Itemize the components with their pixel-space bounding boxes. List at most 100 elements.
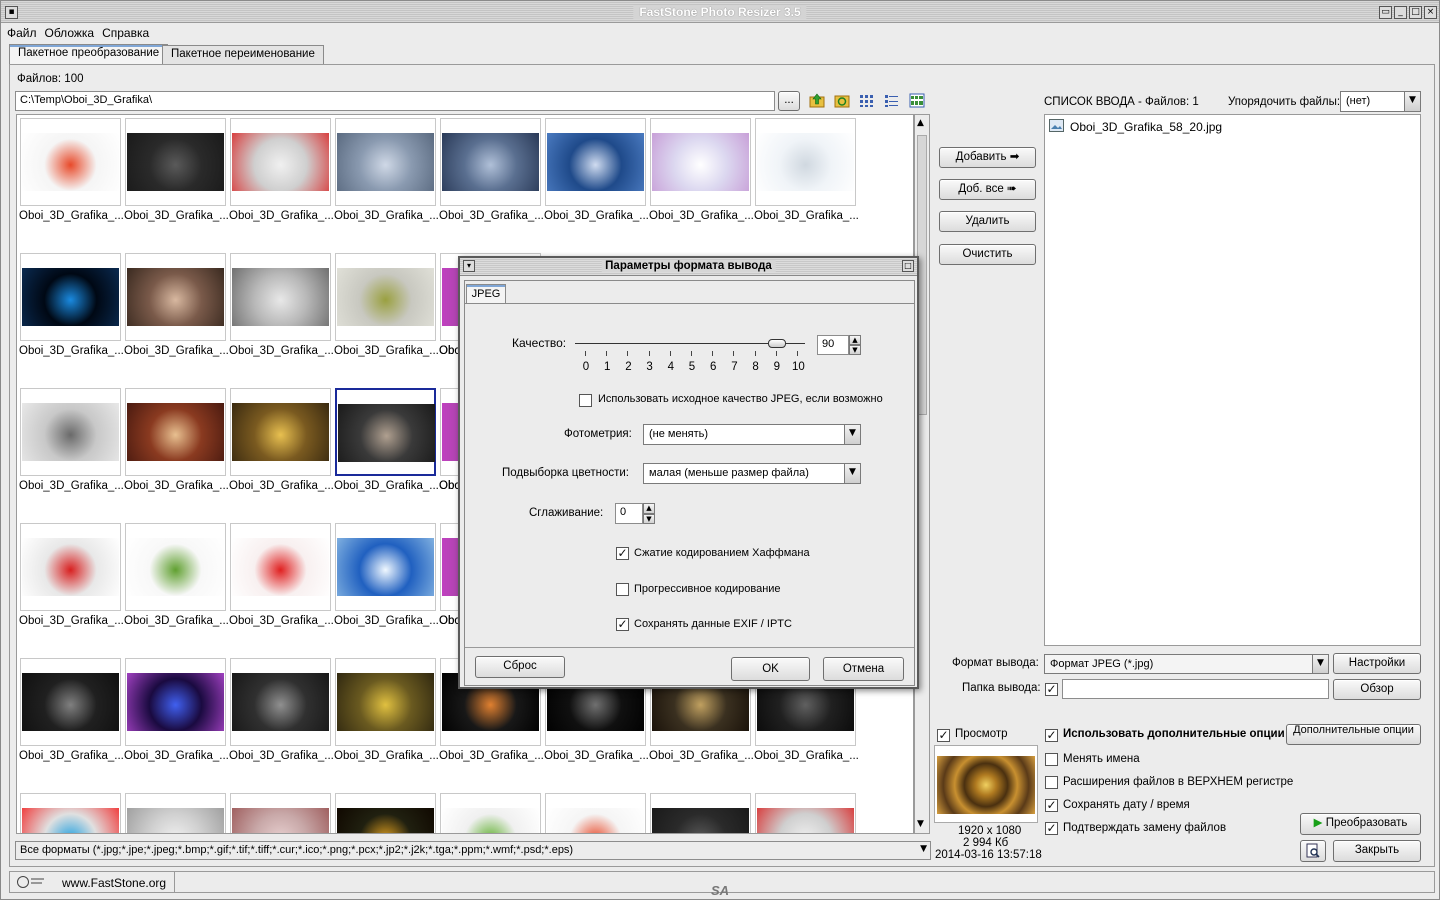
- file-filter-select[interactable]: Все форматы (*.jpg;*.jpe;*.jpeg;*.bmp;*.…: [15, 841, 931, 860]
- output-format-select[interactable]: Формат JPEG (*.jpg) ▼: [1044, 654, 1329, 674]
- use-advanced-checkbox[interactable]: ✓: [1045, 729, 1058, 742]
- browse-path-button[interactable]: ...: [778, 91, 800, 111]
- thumbnail-item[interactable]: Oboi_3D_Grafika_...: [542, 115, 648, 245]
- settings-button[interactable]: Настройки: [1333, 653, 1421, 674]
- list-view-icon[interactable]: [884, 93, 900, 108]
- scroll-down-icon[interactable]: ▼: [917, 819, 924, 829]
- preview-checkbox[interactable]: ✓: [937, 729, 950, 742]
- thumbnail-caption: Oboi_3D_Grafika_...: [439, 210, 543, 222]
- roll-up-icon[interactable]: ▭: [1379, 6, 1392, 19]
- quality-input[interactable]: 90: [817, 335, 849, 355]
- dialog-menu-icon[interactable]: ▾: [463, 260, 475, 272]
- keep-date-checkbox[interactable]: ✓: [1045, 799, 1058, 812]
- advanced-options-button[interactable]: Дополнительные опции: [1286, 724, 1421, 745]
- photometry-label: Фотометрия:: [564, 428, 632, 440]
- thumbnail-item[interactable]: Oboi_3D_Grafika_...: [227, 115, 333, 245]
- thumbnail-item[interactable]: Oboi_3D_Grafika_...: [122, 250, 228, 380]
- photometry-select[interactable]: (не менять) ▼: [643, 424, 861, 445]
- thumbnail-item[interactable]: Oboi_3D_Grafika_...: [122, 115, 228, 245]
- close-icon[interactable]: ×: [1424, 6, 1437, 19]
- thumbnail-item[interactable]: Oboi_3D_Grafika_...: [332, 385, 438, 515]
- spin-up-icon[interactable]: ▲: [643, 503, 655, 514]
- thumbnail-item[interactable]: [332, 790, 436, 833]
- thumbnail-item[interactable]: Oboi_3D_Grafika_...: [752, 115, 858, 245]
- add-button[interactable]: Добавить ➡: [939, 147, 1036, 168]
- thumbnail-item[interactable]: Oboi_3D_Grafika_...: [17, 655, 123, 785]
- thumbnail-item[interactable]: Oboi_3D_Grafika_...: [332, 250, 438, 380]
- confirm-overwrite-checkbox[interactable]: ✓: [1045, 822, 1058, 835]
- thumbnail-item[interactable]: Oboi_3D_Grafika_...: [227, 250, 333, 380]
- output-folder-checkbox[interactable]: ✓: [1045, 683, 1058, 696]
- dialog-close-icon[interactable]: □: [902, 260, 914, 272]
- slider-tick: [712, 351, 714, 356]
- ext-upper-checkbox[interactable]: [1045, 776, 1058, 789]
- input-file-list[interactable]: Oboi_3D_Grafika_58_20.jpg: [1044, 114, 1421, 646]
- thumbnail-item[interactable]: Oboi_3D_Grafika_...: [227, 520, 333, 650]
- add-all-button[interactable]: Доб. все ➠: [939, 179, 1036, 200]
- thumbnail-item[interactable]: [17, 790, 121, 833]
- list-item-label: Oboi_3D_Grafika_58_20.jpg: [1070, 120, 1223, 134]
- details-view-icon[interactable]: [909, 93, 925, 108]
- menu-skin[interactable]: Обложка: [45, 26, 95, 44]
- refresh-folder-icon[interactable]: [834, 93, 850, 108]
- thumbnail-item[interactable]: [542, 790, 646, 833]
- thumbnail-frame: [545, 793, 646, 833]
- thumbnail-item[interactable]: Oboi_3D_Grafika_...: [227, 655, 333, 785]
- thumbnail-item[interactable]: Oboi_3D_Grafika_...: [332, 520, 438, 650]
- thumbnail-item[interactable]: [122, 790, 226, 833]
- menu-help[interactable]: Справка: [102, 26, 149, 44]
- thumbnail-item[interactable]: [437, 790, 541, 833]
- thumbnail-item[interactable]: Oboi_3D_Grafika_...: [647, 115, 753, 245]
- tab-jpeg[interactable]: JPEG: [466, 284, 506, 304]
- use-source-quality-checkbox[interactable]: [579, 394, 592, 407]
- convert-button[interactable]: ▶ Преобразовать: [1300, 813, 1421, 835]
- thumbnail-item[interactable]: Oboi_3D_Grafika_...: [17, 250, 123, 380]
- thumbnail-item[interactable]: Oboi_3D_Grafika_...: [332, 655, 438, 785]
- system-menu-icon[interactable]: ▪: [5, 6, 18, 19]
- thumbnail-item[interactable]: Oboi_3D_Grafika_...: [332, 115, 438, 245]
- thumbnail-item[interactable]: Oboi_3D_Grafika_...: [17, 520, 123, 650]
- reset-button[interactable]: Сброс: [475, 656, 565, 678]
- thumbnail-view-icon[interactable]: [859, 93, 875, 108]
- keep-exif-checkbox[interactable]: ✓: [616, 618, 629, 631]
- cancel-button[interactable]: Отмена: [823, 657, 904, 681]
- sort-select[interactable]: (нет) ▼: [1340, 91, 1421, 112]
- list-item[interactable]: Oboi_3D_Grafika_58_20.jpg: [1049, 119, 1222, 135]
- folder-up-icon[interactable]: [809, 93, 825, 108]
- scroll-up-icon[interactable]: ▲: [917, 118, 924, 128]
- thumbnail-item[interactable]: [227, 790, 331, 833]
- thumbnail-frame: [20, 793, 121, 833]
- thumbnail-item[interactable]: Oboi_3D_Grafika_...: [17, 385, 123, 515]
- website-link[interactable]: www.FastStone.org: [62, 876, 166, 890]
- browse-folder-button[interactable]: Обзор: [1333, 679, 1421, 700]
- thumbnail-item[interactable]: Oboi_3D_Grafika_...: [122, 655, 228, 785]
- remove-button[interactable]: Удалить: [939, 211, 1036, 232]
- thumbnail-item[interactable]: Oboi_3D_Grafika_...: [227, 385, 333, 515]
- smoothing-input[interactable]: 0: [615, 503, 643, 524]
- thumbnail-item[interactable]: Oboi_3D_Grafika_...: [437, 115, 543, 245]
- progressive-checkbox[interactable]: [616, 583, 629, 596]
- preview-doc-button[interactable]: [1300, 840, 1326, 862]
- output-folder-field[interactable]: [1062, 679, 1329, 699]
- spin-up-icon[interactable]: ▲: [849, 335, 861, 345]
- tab-batch-rename[interactable]: Пакетное переименование: [162, 45, 324, 64]
- thumbnail-item[interactable]: [752, 790, 856, 833]
- menu-file[interactable]: Файл: [7, 26, 37, 44]
- thumbnail-item[interactable]: Oboi_3D_Grafika_...: [122, 385, 228, 515]
- huffman-checkbox[interactable]: ✓: [616, 547, 629, 560]
- quality-slider-thumb[interactable]: [767, 339, 786, 348]
- clear-button[interactable]: Очистить: [939, 244, 1036, 265]
- thumbnail-item[interactable]: Oboi_3D_Grafika_...: [17, 115, 123, 245]
- minimize-icon[interactable]: _: [1394, 6, 1407, 19]
- rename-checkbox[interactable]: [1045, 753, 1058, 766]
- maximize-icon[interactable]: □: [1409, 6, 1422, 19]
- thumbnail-item[interactable]: [647, 790, 751, 833]
- spin-down-icon[interactable]: ▼: [643, 514, 655, 524]
- thumbnail-item[interactable]: Oboi_3D_Grafika_...: [122, 520, 228, 650]
- close-button[interactable]: Закрыть: [1333, 840, 1421, 862]
- ok-button[interactable]: OK: [731, 657, 810, 681]
- subsampling-select[interactable]: малая (меньше размер файла) ▼: [643, 463, 861, 484]
- spin-down-icon[interactable]: ▼: [849, 345, 861, 355]
- tab-batch-convert[interactable]: Пакетное преобразование: [9, 44, 169, 65]
- path-field[interactable]: C:\Temp\Oboi_3D_Grafika\: [15, 91, 775, 111]
